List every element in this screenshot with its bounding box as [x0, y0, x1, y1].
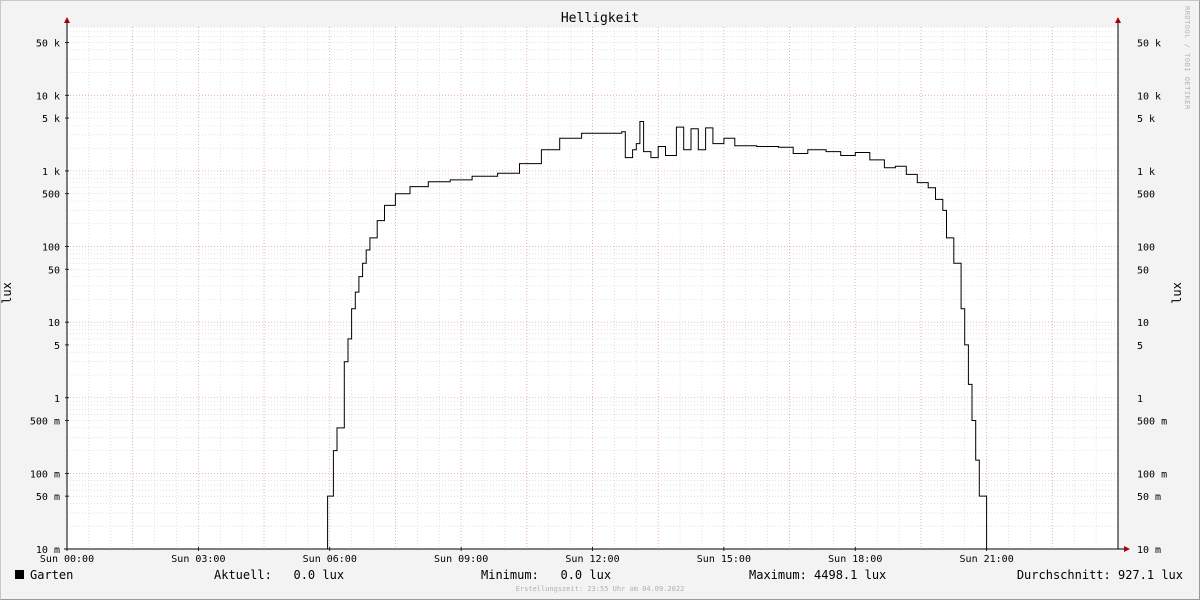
y-tick-label-left: 5 k — [42, 114, 60, 125]
y-tick-label-left: 100 — [42, 243, 60, 254]
legend-maximum: Maximum: 4498.1 lux — [749, 568, 887, 582]
legend-swatch — [15, 570, 24, 579]
y-tick-label-right: 5 k — [1137, 114, 1155, 125]
x-tick-label: Sun 18:00 — [828, 554, 882, 565]
y-tick-label-left: 5 — [54, 341, 60, 352]
y-tick-label-right: 500 m — [1137, 417, 1167, 428]
x-tick-label: Sun 12:00 — [565, 554, 619, 565]
y-tick-label-right: 500 — [1137, 190, 1155, 201]
y-tick-label-right: 50 — [1137, 265, 1149, 276]
y-tick-label-right: 10 — [1137, 318, 1149, 329]
y-tick-label-left: 50 k — [36, 38, 60, 49]
y-tick-label-left: 500 — [42, 190, 60, 201]
legend: Garten Aktuell: 0.0 lux Minimum: 0.0 lux… — [0, 568, 1200, 584]
x-tick-label: Sun 21:00 — [960, 554, 1014, 565]
y-tick-label-left: 50 — [48, 265, 60, 276]
y-tick-label-left: 1 — [54, 394, 60, 405]
y-tick-label-right: 50 k — [1137, 38, 1161, 49]
legend-average: Durchschnitt: 927.1 lux — [1016, 568, 1183, 582]
creation-timestamp: Erstellungszeit: 23:55 Uhr am 04.09.2022 — [515, 585, 685, 593]
x-tick-label: Sun 15:00 — [697, 554, 751, 565]
y-tick-label-right: 10 m — [1137, 545, 1161, 556]
x-axis-arrow — [1124, 546, 1130, 552]
brightness-chart: 50 k 50 k 10 k 10 k 5 k 5 k 1 k 1 k 500 500 100 100… — [30, 17, 1167, 565]
y-tick-label-right: 1 k — [1137, 167, 1155, 178]
y-tick-label-left: 50 m — [36, 492, 60, 503]
y-tick-label-left: 10 k — [36, 91, 60, 102]
x-tick-label: Sun 06:00 — [303, 554, 357, 565]
y-tick-label-right: 50 m — [1137, 492, 1161, 503]
y-axis-arrow-left — [64, 17, 70, 23]
legend-minimum: Minimum: 0.0 lux — [481, 568, 612, 582]
x-tick-label: Sun 09:00 — [434, 554, 488, 565]
x-tick-label: Sun 03:00 — [171, 554, 225, 565]
y-tick-label-right: 100 m — [1137, 469, 1167, 480]
x-tick-label: Sun 00:00 — [40, 554, 94, 565]
y-tick-label-left: 10 — [48, 318, 60, 329]
y-tick-label-left: 500 m — [30, 417, 60, 428]
y-tick-label-left: 1 k — [42, 167, 60, 178]
y-tick-label-right: 5 — [1137, 341, 1143, 352]
y-tick-label-right: 100 — [1137, 243, 1155, 254]
y-tick-label-right: 10 k — [1137, 91, 1161, 102]
y-axis-arrow-right — [1115, 17, 1121, 23]
y-tick-label-right: 1 — [1137, 394, 1143, 405]
y-tick-label-left: 100 m — [30, 469, 60, 480]
legend-series-name: Garten — [30, 568, 74, 582]
legend-current: Aktuell: 0.0 lux — [214, 568, 345, 582]
